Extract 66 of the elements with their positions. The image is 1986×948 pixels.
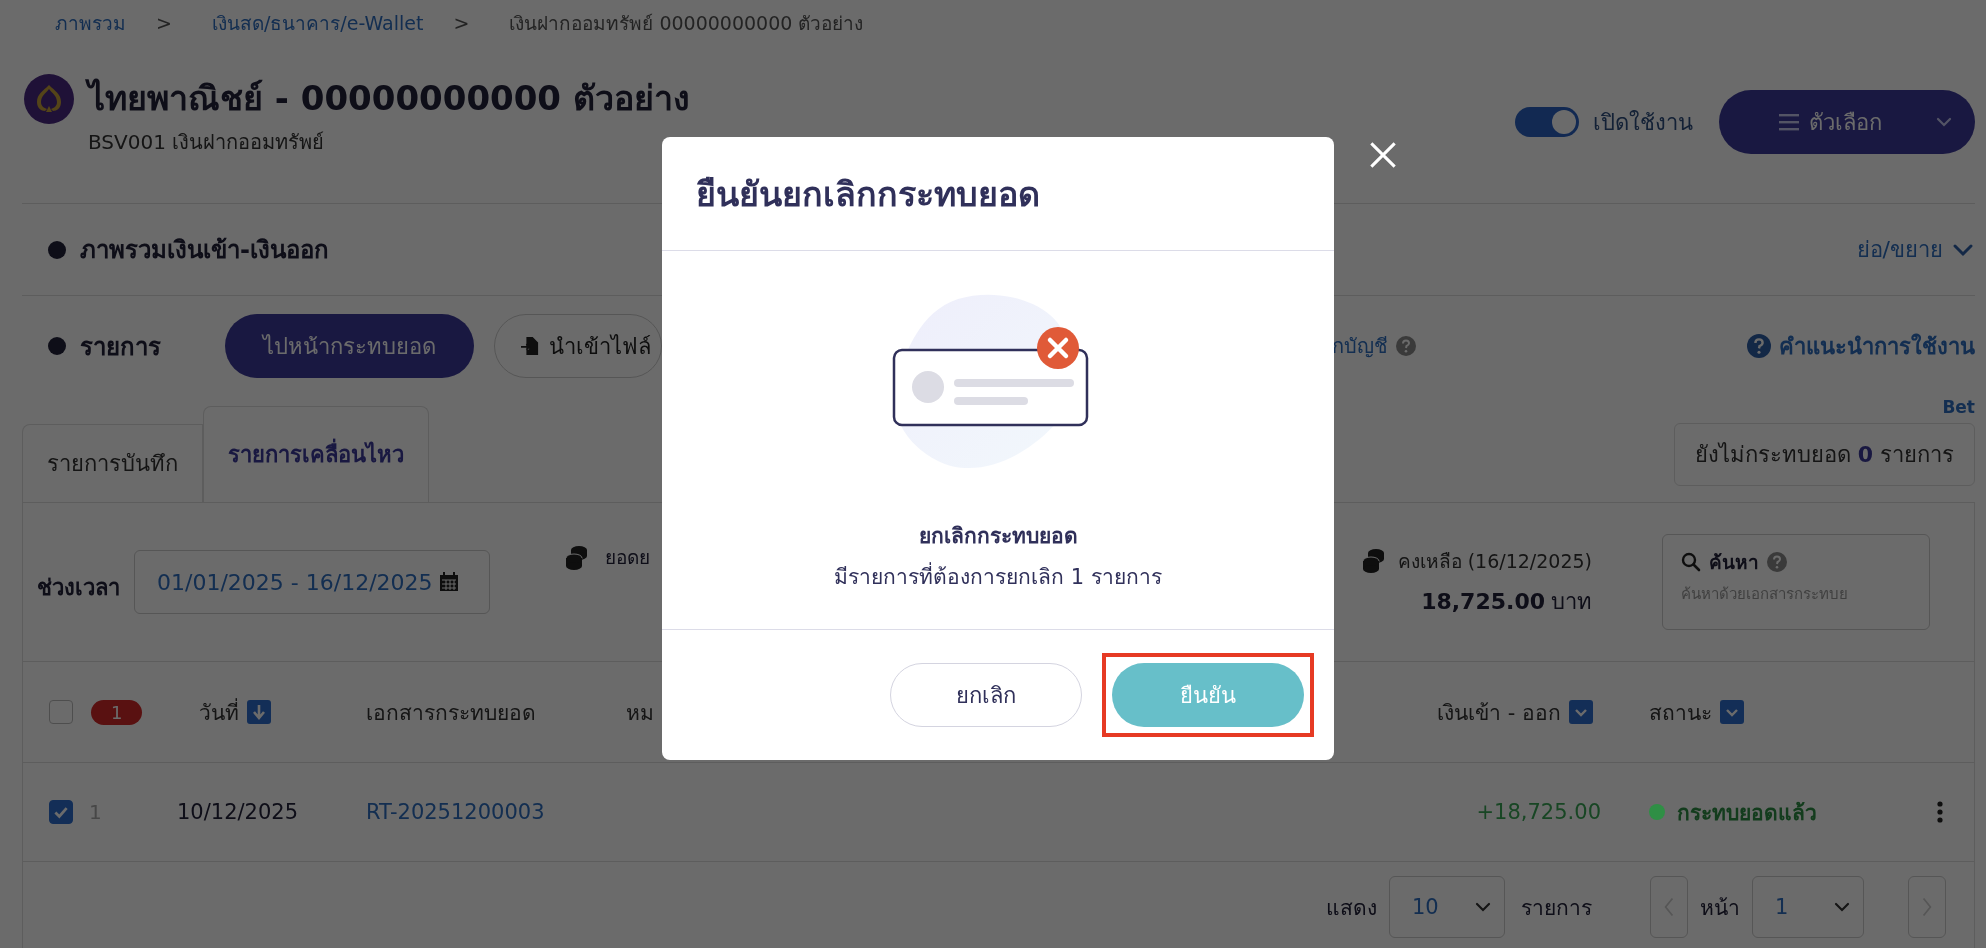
- column-header: เงินเข้า - ออก: [1437, 699, 1561, 727]
- page-select[interactable]: 10: [1389, 876, 1505, 938]
- coins-icon: [564, 543, 589, 571]
- account-subtitle: BSV001 เงินฝากออมทรัพย์: [88, 129, 326, 156]
- close-icon: [1369, 141, 1397, 169]
- collapse-toggle[interactable]: ย่อ/ขยาย: [1856, 232, 1975, 267]
- checkbox[interactable]: [49, 700, 73, 724]
- selected-count-badge: 1: [91, 699, 143, 725]
- period-label: ช่วงเวลา: [37, 574, 120, 602]
- currency-unit: บาท: [1551, 588, 1592, 614]
- date-range-field[interactable]: 01/01/2025 - 16/12/2025: [134, 550, 490, 614]
- column-header: วันที่: [199, 697, 239, 727]
- options-button[interactable]: ตัวเลือก: [1719, 90, 1975, 154]
- breadcrumb-link[interactable]: ภาพรวม: [55, 8, 126, 38]
- toggle-switch[interactable]: [1515, 107, 1579, 137]
- unreconciled-counter: ยังไม่กระทบยอด 0 รายการ: [1673, 423, 1975, 486]
- balance-amount: 18,725.00: [1421, 588, 1545, 614]
- items-label: รายการ: [1521, 894, 1592, 922]
- dialog-title: ยืนยันยกเลิกกระทบยอด: [696, 172, 1040, 216]
- page-label: หน้า: [1700, 894, 1740, 922]
- bullet-icon: [48, 337, 66, 355]
- breadcrumb-separator: >: [453, 12, 470, 34]
- table-cell: 10/12/2025: [177, 800, 299, 824]
- coins-icon: [1360, 547, 1386, 574]
- amount-cell: +18,725.00: [1476, 800, 1601, 824]
- help-icon: [1747, 334, 1771, 358]
- reconcile-button[interactable]: ไปหน้ากระทบยอด: [225, 314, 474, 378]
- toggle-label: เปิดใช้งาน: [1593, 108, 1693, 137]
- dropdown-icon: [1569, 700, 1593, 724]
- section-title: รายการ: [80, 331, 161, 363]
- summary-label: ยอดย: [605, 545, 650, 570]
- document-link[interactable]: RT-20251200003: [366, 800, 545, 824]
- import-file-button[interactable]: นำเข้าไฟล์: [494, 314, 662, 378]
- status-label: กระทบยอดแล้ว: [1677, 799, 1817, 827]
- more-vertical-icon: [1937, 801, 1943, 823]
- message-title: ยกเลิกกระทบยอด: [918, 523, 1078, 550]
- link-text[interactable]: กบัญชี: [1332, 330, 1388, 362]
- help-icon: [1396, 336, 1416, 356]
- file-import-icon: [521, 336, 539, 356]
- dropdown-icon: [1720, 700, 1744, 724]
- column-header: หม: [626, 699, 654, 727]
- breadcrumb-link[interactable]: เงินสด/ธนาคาร/e-Wallet: [211, 8, 424, 38]
- column-header: เอกสารกระทบยอด: [366, 699, 536, 727]
- page-select[interactable]: 1: [1752, 876, 1864, 938]
- help-link[interactable]: คำแนะนำการใช้งาน: [1747, 328, 1975, 364]
- menu-icon: [1779, 113, 1799, 131]
- balance-label: คงเหลือ (16/12/2025): [1397, 548, 1592, 574]
- calendar-icon: [438, 572, 459, 592]
- breadcrumb-separator: >: [156, 12, 172, 34]
- breadcrumb-current: เงินฝากออมทรัพย์ 00000000000 ตัวอย่าง: [509, 11, 864, 36]
- page-size-label: แสดง: [1326, 894, 1377, 922]
- column-header: สถานะ: [1649, 699, 1712, 727]
- search-label: ค้นหา: [1709, 550, 1759, 575]
- cancel-button[interactable]: ยกเลิก: [890, 663, 1082, 727]
- checkbox[interactable]: [49, 800, 73, 824]
- beta-label: Bet: [1942, 397, 1975, 417]
- tab[interactable]: รายการเคลื่อนไหว: [203, 406, 429, 502]
- bullet-icon: [48, 240, 66, 259]
- message-text: มีรายการที่ต้องการยกเลิก 1 รายการ: [834, 560, 1162, 593]
- sort-down-icon: [247, 700, 271, 724]
- tab[interactable]: รายการบันทึก: [22, 424, 203, 502]
- confirm-button[interactable]: ยืนยัน: [1112, 663, 1304, 727]
- bank-logo-icon: [24, 74, 74, 124]
- help-icon: [1767, 552, 1787, 572]
- search-icon: [1681, 552, 1701, 572]
- section-title: ภาพรวมเงินเข้า-เงินออก: [80, 235, 329, 266]
